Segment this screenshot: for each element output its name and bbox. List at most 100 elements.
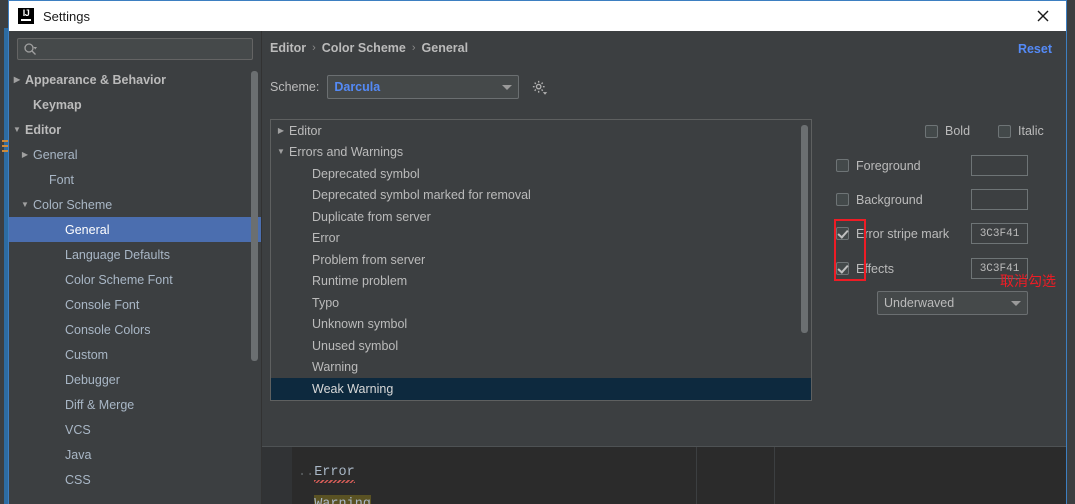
attribute-item-error[interactable]: Error <box>271 228 811 250</box>
sidebar-item-label: Editor <box>25 122 62 137</box>
scheme-selected-value: Darcula <box>334 80 381 94</box>
attribute-editor-panel: Bold Italic Foreground Background Error st… <box>820 119 1066 401</box>
sidebar-item-diff-merge[interactable]: Diff & Merge <box>9 392 261 417</box>
preview-code-line[interactable]: ..Error <box>298 465 355 480</box>
close-button[interactable] <box>1020 1 1066 30</box>
attribute-item-label: Weak Warning <box>312 381 394 396</box>
effect-type-value: Underwaved <box>884 296 955 310</box>
attribute-item-warning[interactable]: Warning <box>271 357 811 379</box>
attribute-item-errors-and-warnings[interactable]: ▼ Errors and Warnings <box>271 142 811 164</box>
sidebar-item-keymap[interactable]: Keymap <box>9 92 261 117</box>
background-label: Background <box>856 192 923 207</box>
breadcrumb-item-color-scheme[interactable]: Color Scheme <box>322 41 406 55</box>
effects-checkbox-group[interactable]: Effects <box>836 262 971 276</box>
effects-checkbox[interactable] <box>836 262 849 275</box>
italic-checkbox-group[interactable]: Italic <box>998 124 1044 138</box>
attribute-item-duplicate-from-server[interactable]: Duplicate from server <box>271 206 811 228</box>
foreground-color-field[interactable] <box>971 155 1028 176</box>
breadcrumb: Editor › Color Scheme › General <box>270 41 468 55</box>
sidebar-item-label: General <box>65 222 110 237</box>
chevron-right-icon[interactable]: ▶ <box>17 150 33 159</box>
chevron-down-icon[interactable]: ▼ <box>271 148 289 156</box>
settings-content-pane: Editor › Color Scheme › General Reset Scheme… <box>262 31 1066 504</box>
search-box[interactable] <box>17 38 253 60</box>
attribute-item-weak-warning[interactable]: Weak Warning <box>271 378 811 400</box>
dialog-body: ▶ Appearance & Behavior Keymap ▼ Editor ▶ Gene… <box>9 31 1066 504</box>
attribute-item-label: Editor <box>289 123 322 138</box>
dialog-title: Settings <box>43 8 90 24</box>
attribute-item-hyperlinks[interactable]: ▶Hyperlinks <box>271 400 811 401</box>
bold-checkbox-group[interactable]: Bold <box>925 124 970 138</box>
sidebar-item-label: Diff & Merge <box>65 397 135 412</box>
error-stripe-mark-checkbox-group[interactable]: Error stripe mark <box>836 227 971 241</box>
error-stripe-mark-checkbox[interactable] <box>836 227 849 240</box>
whitespace-dots: .. <box>298 465 315 480</box>
attribute-item-problem-from-server[interactable]: Problem from server <box>271 249 811 271</box>
property-row-background: Background <box>836 189 1066 210</box>
settings-category-tree: ▶ Appearance & Behavior Keymap ▼ Editor ▶ Gene… <box>9 67 261 504</box>
effects-label: Effects <box>856 261 894 276</box>
breadcrumb-item-editor[interactable]: Editor <box>270 41 306 55</box>
effects-color-field[interactable]: 3C3F41 <box>971 258 1028 279</box>
bold-checkbox[interactable] <box>925 124 938 138</box>
scheme-label: Scheme: <box>270 80 320 94</box>
sidebar-item-general[interactable]: ▶ General <box>9 142 261 167</box>
sidebar-item-color-scheme-font[interactable]: Color Scheme Font <box>9 267 261 292</box>
foreground-checkbox[interactable] <box>836 159 849 172</box>
sidebar-scrollbar-thumb[interactable] <box>251 71 258 361</box>
sidebar-item-debugger[interactable]: Debugger <box>9 367 261 392</box>
background-checkbox-group[interactable]: Background <box>836 193 971 207</box>
chevron-down-icon[interactable]: ▼ <box>17 200 33 209</box>
sidebar-item-custom[interactable]: Custom <box>9 342 261 367</box>
sidebar-item-label: Color Scheme Font <box>65 272 173 287</box>
sidebar-item-css[interactable]: CSS <box>9 467 261 492</box>
attribute-item-runtime-problem[interactable]: Runtime problem <box>271 271 811 293</box>
attribute-item-unknown-symbol[interactable]: Unknown symbol <box>271 314 811 336</box>
sidebar-item-general[interactable]: General <box>9 217 261 242</box>
attribute-item-typo[interactable]: Typo <box>271 292 811 314</box>
sidebar-item-console-colors[interactable]: Console Colors <box>9 317 261 342</box>
attribute-item-label: Duplicate from server <box>312 209 431 224</box>
sidebar-item-font[interactable]: Font <box>9 167 261 192</box>
attribute-item-label: Unknown symbol <box>312 317 408 332</box>
breadcrumb-item-general[interactable]: General <box>422 41 469 55</box>
chevron-right-icon[interactable]: ▶ <box>9 75 25 84</box>
scheme-settings-button[interactable] <box>531 79 548 96</box>
sidebar-item-java[interactable]: Java <box>9 442 261 467</box>
attribute-item-deprecated-symbol[interactable]: Deprecated symbol <box>271 163 811 185</box>
search-input[interactable] <box>41 41 235 57</box>
effect-type-select[interactable]: Underwaved <box>877 291 1028 315</box>
attribute-item-label: Error <box>312 231 340 246</box>
attribute-item-editor[interactable]: ▶ Editor <box>271 120 811 142</box>
sidebar-item-language-defaults[interactable]: Language Defaults <box>9 242 261 267</box>
attribute-item-label: Errors and Warnings <box>289 145 404 160</box>
settings-dialog: Settings ▶Appearance & Behavio <box>8 0 1067 504</box>
foreground-checkbox-group[interactable]: Foreground <box>836 159 971 173</box>
breadcrumb-separator: › <box>411 42 416 54</box>
sidebar-item-editor[interactable]: ▼ Editor <box>9 117 261 142</box>
reset-link[interactable]: Reset <box>1018 42 1052 56</box>
sidebar-item-color-scheme[interactable]: ▼ Color Scheme <box>9 192 261 217</box>
chevron-down-icon[interactable]: ▼ <box>9 125 25 134</box>
color-preview-editor: 29..Error30..Warning <box>262 446 1066 504</box>
attribute-item-label: Deprecated symbol marked for removal <box>312 188 531 203</box>
background-checkbox[interactable] <box>836 193 849 206</box>
attribute-item-deprecated-symbol-marked-for-removal[interactable]: Deprecated symbol marked for removal <box>271 185 811 207</box>
attribute-item-unused-symbol[interactable]: Unused symbol <box>271 335 811 357</box>
scheme-select[interactable]: Darcula <box>327 75 520 99</box>
background-color-field[interactable] <box>971 189 1028 210</box>
attribute-item-label: Warning <box>312 360 359 375</box>
preview-code-line[interactable]: ..Warning <box>298 495 371 504</box>
italic-checkbox[interactable] <box>998 124 1012 138</box>
sidebar-item-vcs[interactable]: VCS <box>9 417 261 442</box>
chevron-down-icon <box>1011 300 1021 306</box>
search-wrapper <box>9 31 261 64</box>
color-attribute-list: ▶ Editor ▼ Errors and Warnings Deprecated sy… <box>271 120 811 401</box>
close-icon <box>1037 10 1049 21</box>
sidebar-item-label: Color Scheme <box>33 197 113 212</box>
sidebar-item-appearance-behavior[interactable]: ▶ Appearance & Behavior <box>9 67 261 92</box>
error-stripe-mark-color-field[interactable]: 3C3F41 <box>971 223 1028 244</box>
attribute-tree-scrollbar-thumb[interactable] <box>801 125 808 333</box>
chevron-right-icon[interactable]: ▶ <box>271 126 289 135</box>
sidebar-item-console-font[interactable]: Console Font <box>9 292 261 317</box>
